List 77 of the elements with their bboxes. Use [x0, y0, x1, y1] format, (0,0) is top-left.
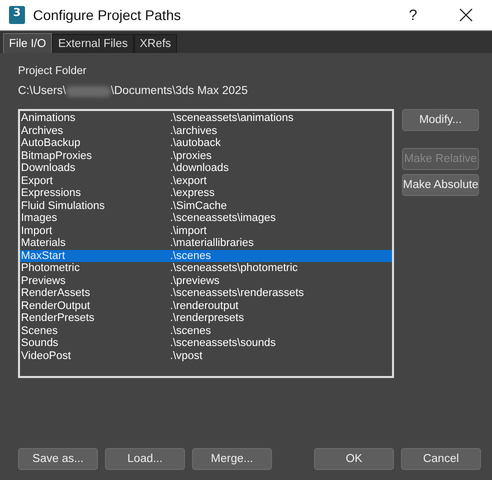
path-name: Animations [21, 112, 76, 124]
path-value: .\archives [170, 124, 218, 137]
path-value: .\proxies [170, 150, 212, 162]
path-value: .\downloads [170, 162, 229, 174]
project-path: C:\Users\ [18, 85, 66, 97]
path-value: .\import [170, 224, 207, 237]
path-name: Previews [21, 274, 67, 287]
list-row[interactable]: RenderPresets .\renderpresets [20, 312, 392, 324]
close-icon [459, 8, 473, 22]
tab[interactable]: File I/O [3, 33, 52, 53]
path-value: .\sceneassets\sounds [170, 337, 276, 350]
list-row[interactable]: MaxStart .\scenes [20, 250, 392, 262]
side-button[interactable]: Modify... [402, 109, 479, 131]
path-name: Photometric [21, 262, 81, 274]
path-value: .\SimCache [170, 200, 227, 212]
path-name: Materials [21, 237, 67, 250]
path-name: Expressions [21, 187, 82, 200]
dialog-button[interactable]: Cancel [401, 448, 481, 470]
path-name: VideoPost [21, 350, 72, 362]
project-folder-label: Project Folder [18, 65, 88, 77]
path-value: .\scenes [170, 250, 211, 262]
path-value: .\express [170, 187, 215, 200]
list-row[interactable]: BitmapProxies .\proxies [20, 150, 392, 162]
path-name: RenderAssets [21, 287, 92, 300]
path-value: .\sceneassets\photometric [170, 262, 298, 274]
list-row[interactable]: Animations .\sceneassets\animations [20, 112, 392, 124]
list-row[interactable]: Previews .\previews [20, 274, 392, 287]
list-row[interactable]: Sounds .\sceneassets\sounds [20, 337, 392, 350]
path-value: .\materiallibraries [170, 237, 254, 250]
path-name: RenderPresets [21, 312, 96, 324]
path-value: .\sceneassets\animations [170, 112, 294, 124]
path-name: Sounds [21, 337, 60, 350]
path-name: Import [21, 224, 54, 237]
path-value: .\renderpresets [170, 312, 244, 324]
project-path: \Documents\3ds Max 2025 [110, 85, 248, 97]
help-button[interactable]: ? [398, 6, 428, 24]
path-value: .\previews [170, 274, 220, 287]
path-value: .\renderoutput [170, 300, 238, 312]
window-title: Configure Project Paths [33, 7, 181, 23]
list-row[interactable]: Materials .\materiallibraries [20, 237, 392, 250]
path-value: .\vpost [170, 350, 202, 362]
tab[interactable]: XRefs [134, 34, 178, 53]
path-name: BitmapProxies [21, 150, 93, 162]
path-name: Archives [21, 124, 64, 137]
list-row[interactable]: Import .\import [20, 224, 392, 237]
side-button[interactable]: Make Absolute [402, 174, 479, 196]
list-row[interactable]: Photometric .\sceneassets\photometric [20, 262, 392, 274]
path-name: AutoBackup [21, 137, 82, 150]
list-row[interactable]: Expressions .\express [20, 187, 392, 200]
path-name: Fluid Simulations [21, 200, 106, 212]
path-name: Scenes [21, 324, 59, 337]
dialog-button[interactable]: Merge... [192, 448, 272, 470]
list-row[interactable]: AutoBackup .\autoback [20, 137, 392, 150]
path-value: .\scenes [170, 324, 211, 337]
list-row[interactable]: VideoPost .\vpost [20, 350, 392, 362]
dialog-button[interactable]: Load... [105, 448, 185, 470]
tab[interactable]: External Files [52, 34, 134, 53]
list-row[interactable]: Images .\sceneassets\images [20, 212, 392, 224]
path-name: Export [21, 174, 54, 187]
path-value: .\sceneassets\renderassets [170, 287, 304, 300]
path-value: .\export [170, 174, 207, 187]
list-row[interactable]: Fluid Simulations .\SimCache [20, 200, 392, 212]
path-value: .\autoback [170, 137, 221, 150]
list-row[interactable]: RenderOutput .\renderoutput [20, 300, 392, 312]
list-row[interactable]: Archives .\archives [20, 124, 392, 137]
dialog-button[interactable]: Save as... [18, 448, 98, 470]
list-row[interactable]: Export .\export [20, 174, 392, 187]
path-name: Images [21, 212, 58, 224]
path-name: Downloads [21, 162, 76, 174]
list-row[interactable]: RenderAssets .\sceneassets\renderassets [20, 287, 392, 300]
path-name: MaxStart [21, 250, 66, 262]
list-row[interactable]: Downloads .\downloads [20, 162, 392, 174]
app-icon: 3 [9, 6, 25, 24]
path-name: RenderOutput [21, 300, 92, 312]
path-value: .\sceneassets\images [170, 212, 276, 224]
dialog-button[interactable]: OK [314, 448, 394, 470]
list-row[interactable]: Scenes .\scenes [20, 324, 392, 337]
